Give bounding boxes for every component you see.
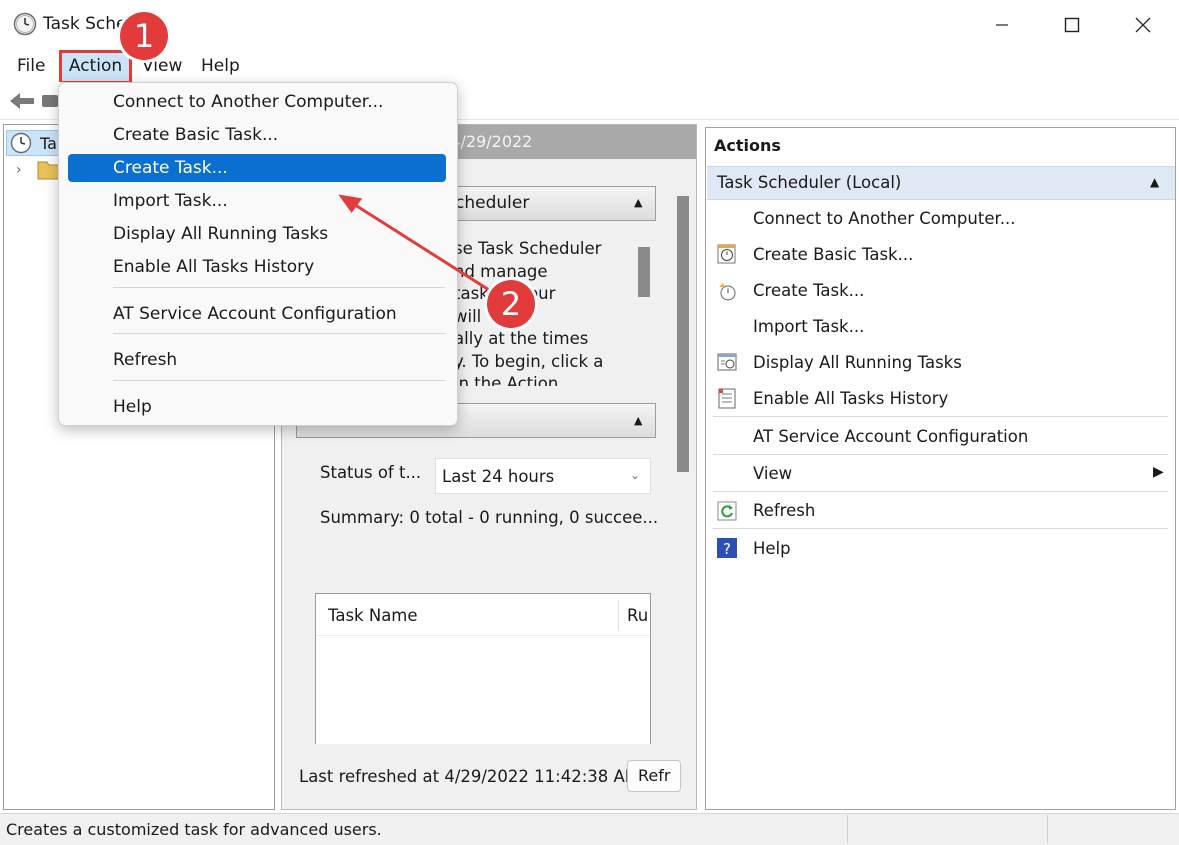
annotation-badge-2: 2 [487,280,535,328]
annotation-badge-1: 1 [120,12,168,60]
annotation-arrow [338,194,498,297]
